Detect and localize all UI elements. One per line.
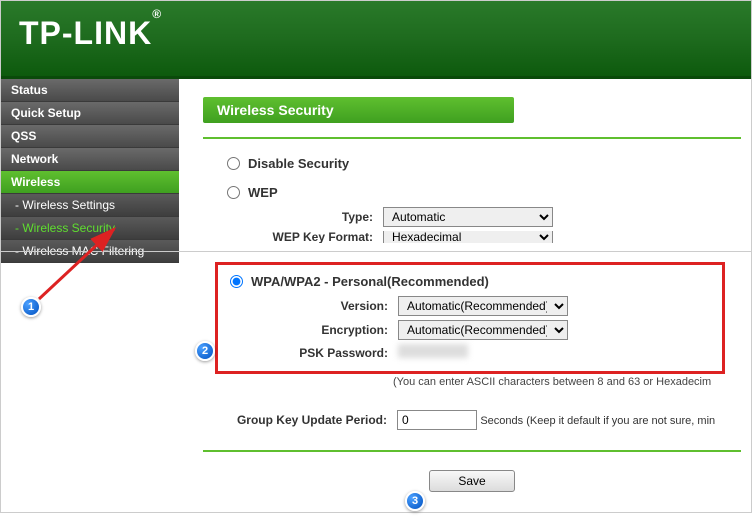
wep-keyfmt-select[interactable]: Hexadecimal (383, 231, 553, 243)
save-button[interactable]: Save (429, 470, 514, 492)
sidebar-item-wireless-settings[interactable]: - Wireless Settings (1, 194, 179, 217)
wpa-version-select[interactable]: Automatic(Recommended) (398, 296, 568, 316)
sidebar-item-network[interactable]: Network (1, 148, 179, 171)
wep-label: WEP (248, 185, 278, 200)
disable-security-radio[interactable] (227, 157, 240, 170)
wpa-version-label: Version: (218, 299, 398, 313)
divider (203, 137, 741, 139)
group-key-hint: Seconds (Keep it default if you are not … (480, 415, 715, 427)
wpa-personal-radio[interactable] (230, 275, 243, 288)
wep-radio[interactable] (227, 186, 240, 199)
page-title-wrap: Wireless Security (203, 97, 741, 123)
wpa-encryption-select[interactable]: Automatic(Recommended) (398, 320, 568, 340)
wpa-encryption-label: Encryption: (218, 323, 398, 337)
disable-security-label: Disable Security (248, 156, 349, 171)
highlight-box: WPA/WPA2 - Personal(Recommended) Version… (215, 262, 725, 374)
sidebar-item-wireless[interactable]: Wireless (1, 171, 179, 194)
page-title: Wireless Security (203, 97, 514, 123)
annotation-marker-3: 3 (405, 491, 425, 511)
group-key-label: Group Key Update Period: (203, 413, 397, 427)
wep-keyfmt-label: WEP Key Format: (203, 231, 383, 243)
sidebar-item-wireless-security[interactable]: - Wireless Security (1, 217, 179, 240)
psk-password-label: PSK Password: (218, 346, 398, 360)
group-key-input[interactable] (397, 410, 477, 430)
sidebar-item-qss[interactable]: QSS (1, 125, 179, 148)
wep-type-label: Type: (203, 210, 383, 224)
brand-logo: TP-LINK® (19, 15, 733, 52)
psk-password-value (398, 344, 468, 358)
sidebar-nav: Status Quick Setup QSS Network Wireless … (1, 79, 179, 263)
sidebar-item-quick-setup[interactable]: Quick Setup (1, 102, 179, 125)
divider-bottom (203, 450, 741, 452)
annotation-marker-2: 2 (195, 341, 215, 361)
sidebar-item-status[interactable]: Status (1, 79, 179, 102)
header-banner: TP-LINK® (1, 1, 751, 79)
wep-type-select[interactable]: Automatic (383, 207, 553, 227)
wpa-personal-label: WPA/WPA2 - Personal(Recommended) (251, 274, 489, 289)
psk-hint: (You can enter ASCII characters between … (203, 376, 741, 388)
annotation-marker-1: 1 (21, 297, 41, 317)
